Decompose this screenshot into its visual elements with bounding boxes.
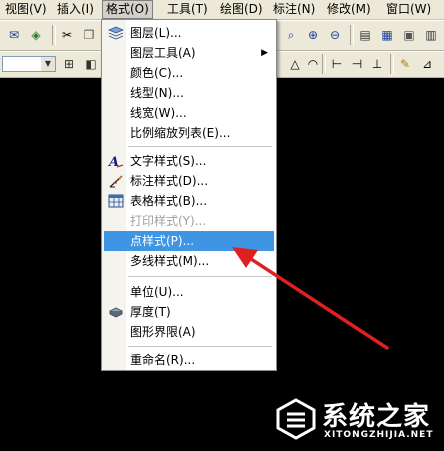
- watermark-logo-icon: [276, 398, 316, 440]
- watermark-url: XITONGZHIJIA.NET: [324, 430, 434, 440]
- watermark-title: 系统之家: [322, 402, 431, 432]
- annotation-arrow: [232, 247, 389, 350]
- watermark: 系统之家 XITONGZHIJIA.NET: [274, 394, 440, 446]
